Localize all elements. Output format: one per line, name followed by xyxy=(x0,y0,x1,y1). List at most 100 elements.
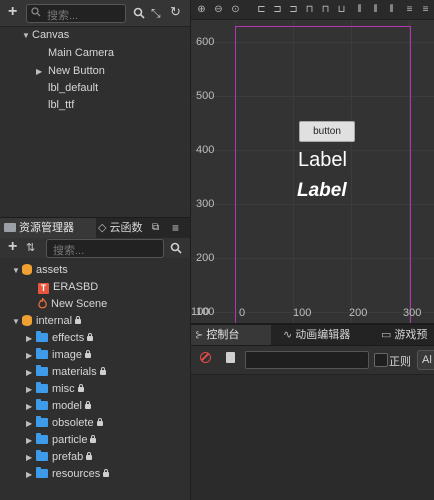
folder-icon xyxy=(36,365,48,376)
asset-folder-model[interactable]: ▶ model xyxy=(26,398,91,415)
tab-game-preview[interactable]: ▭游戏预览 xyxy=(377,325,434,345)
code-icon: ◇ xyxy=(98,222,107,234)
zoom-in-icon[interactable]: ⊕ xyxy=(195,3,208,16)
log-level-select[interactable]: Al xyxy=(417,350,434,370)
database-icon xyxy=(22,264,32,275)
distribute-right-icon[interactable]: ⫴ xyxy=(385,3,398,16)
asset-folder-prefab[interactable]: ▶ prefab xyxy=(26,449,93,466)
tree-node-lbl-default[interactable]: lbl_default xyxy=(48,80,98,97)
assets-search-input[interactable]: 搜索... xyxy=(46,239,164,258)
add-asset-icon[interactable]: + xyxy=(8,239,17,255)
regex-checkbox[interactable] xyxy=(374,353,388,367)
asset-assets[interactable]: ▼ assets xyxy=(12,262,68,279)
asset-label: prefab xyxy=(52,451,84,463)
folder-icon xyxy=(36,331,48,342)
lock-icon xyxy=(87,333,94,341)
align-top-icon[interactable]: ⊓ xyxy=(303,3,316,16)
asset-label: image xyxy=(52,349,82,361)
tree-node-lbl-ttf[interactable]: lbl_ttf xyxy=(48,97,74,114)
distribute-left-icon[interactable]: ⫴ xyxy=(353,3,366,16)
collapsed-arrow-icon[interactable]: ▶ xyxy=(26,449,36,466)
tab-cloud-functions[interactable]: ◇ 云函数 xyxy=(94,218,158,238)
tab-console[interactable]: ⊱ 控制台 xyxy=(191,325,271,345)
align-right-icon[interactable]: ⊐ xyxy=(287,3,300,16)
y-axis-tick: 300 xyxy=(196,198,215,210)
preview-icon: ▭ xyxy=(381,329,392,341)
scene-button-node[interactable]: button xyxy=(299,121,355,142)
search-icon[interactable] xyxy=(170,242,182,254)
asset-folder-image[interactable]: ▶ image xyxy=(26,347,91,364)
tab-label: 动画编辑器 xyxy=(295,329,351,341)
database-icon xyxy=(22,315,32,326)
menu-icon[interactable]: ≡ xyxy=(172,221,179,235)
asset-label: particle xyxy=(52,434,88,446)
align-bottom-icon[interactable]: ⊔ xyxy=(335,3,348,16)
folder-icon xyxy=(36,382,48,393)
collapsed-arrow-icon[interactable]: ▶ xyxy=(36,63,46,80)
collapsed-arrow-icon[interactable]: ▶ xyxy=(26,415,36,432)
align-center-h-icon[interactable]: ⊐ xyxy=(271,3,284,16)
asset-folder-resources[interactable]: ▶ resources xyxy=(26,466,110,483)
asset-folder-obsolete[interactable]: ▶ obsolete xyxy=(26,415,103,432)
popout-icon[interactable]: ⧉ xyxy=(152,221,159,235)
scene-view[interactable]: 600 500 400 300 200 100 100 0 100 200 30… xyxy=(191,0,434,325)
sort-icon[interactable]: ⇅ xyxy=(26,241,35,255)
assets-search-placeholder: 搜索... xyxy=(53,245,85,257)
log-file-icon[interactable] xyxy=(226,352,235,363)
lock-icon xyxy=(75,316,82,324)
search-icon xyxy=(31,7,41,17)
hierarchy-search-input[interactable]: 搜索... xyxy=(26,4,126,23)
collapsed-arrow-icon[interactable]: ▶ xyxy=(26,466,36,483)
collapsed-arrow-icon[interactable]: ▶ xyxy=(26,364,36,381)
zoom-reset-icon[interactable]: ⊙ xyxy=(229,3,242,16)
folder-icon xyxy=(36,467,48,478)
assets-toolbar: + ⇅ 搜索... xyxy=(0,238,190,258)
expand-arrow-icon[interactable]: ▼ xyxy=(22,27,32,44)
asset-folder-effects[interactable]: ▶ effects xyxy=(26,330,94,347)
collapsed-arrow-icon[interactable]: ▶ xyxy=(26,330,36,347)
clear-icon[interactable] xyxy=(200,352,211,363)
tree-node-canvas[interactable]: ▼ Canvas xyxy=(22,27,69,44)
tab-asset-manager[interactable]: 资源管理器 xyxy=(0,218,96,238)
scene-label-default[interactable]: Label xyxy=(298,149,347,172)
collapsed-arrow-icon[interactable]: ▶ xyxy=(26,398,36,415)
asset-label: internal xyxy=(36,315,73,327)
distribute-top-icon[interactable]: ≡ xyxy=(403,3,416,16)
animation-icon: ∿ xyxy=(283,329,293,341)
asset-label: resources xyxy=(52,468,101,480)
asset-folder-particle[interactable]: ▶ particle xyxy=(26,432,97,449)
asset-label: ERASBD xyxy=(53,281,99,293)
scene-label-ttf[interactable]: Label xyxy=(297,180,347,202)
scene-file-icon xyxy=(38,298,47,309)
tree-node-new-button[interactable]: ▶ New Button xyxy=(36,63,105,80)
distribute-middle-icon[interactable]: ≡ xyxy=(419,3,432,16)
refresh-icon[interactable]: ↻ xyxy=(170,5,181,19)
expand-arrow-icon[interactable]: ▼ xyxy=(12,313,22,330)
tab-animation-editor[interactable]: ∿ 动画编辑器 xyxy=(279,325,373,345)
collapsed-arrow-icon[interactable]: ▶ xyxy=(26,347,36,364)
search-icon[interactable] xyxy=(133,7,145,19)
collapsed-arrow-icon[interactable]: ▶ xyxy=(26,381,36,398)
align-left-icon[interactable]: ⊏ xyxy=(255,3,268,16)
asset-folder-materials[interactable]: ▶ materials xyxy=(26,364,106,381)
console-filter-input[interactable] xyxy=(245,351,369,369)
node-label: Main Camera xyxy=(48,47,115,59)
asset-folder-misc[interactable]: ▶ misc xyxy=(26,381,84,398)
expand-arrow-icon[interactable]: ▼ xyxy=(12,262,22,279)
console-tab-bar: ⊱控制台 ∿动画编辑器 ▭游戏预览 xyxy=(191,325,434,346)
align-middle-v-icon[interactable]: ⊓ xyxy=(319,3,332,16)
lock-icon xyxy=(84,350,91,358)
zoom-out-icon[interactable]: ⊖ xyxy=(212,3,225,16)
folder-icon xyxy=(36,416,48,427)
asset-new-scene[interactable]: New Scene xyxy=(38,296,107,313)
lock-icon xyxy=(86,452,93,460)
asset-internal[interactable]: ▼ internal xyxy=(12,313,82,330)
distribute-center-icon[interactable]: ⫴ xyxy=(369,3,382,16)
collapsed-arrow-icon[interactable]: ▶ xyxy=(26,432,36,449)
asset-erasbd[interactable]: T ERASBD xyxy=(38,279,98,296)
add-node-icon[interactable]: + xyxy=(8,4,17,20)
x-axis-tick: 300 xyxy=(403,307,422,319)
folder-icon xyxy=(36,399,48,410)
tree-node-main-camera[interactable]: Main Camera xyxy=(48,45,114,62)
collapse-icon[interactable]: ⤡ xyxy=(151,6,161,20)
